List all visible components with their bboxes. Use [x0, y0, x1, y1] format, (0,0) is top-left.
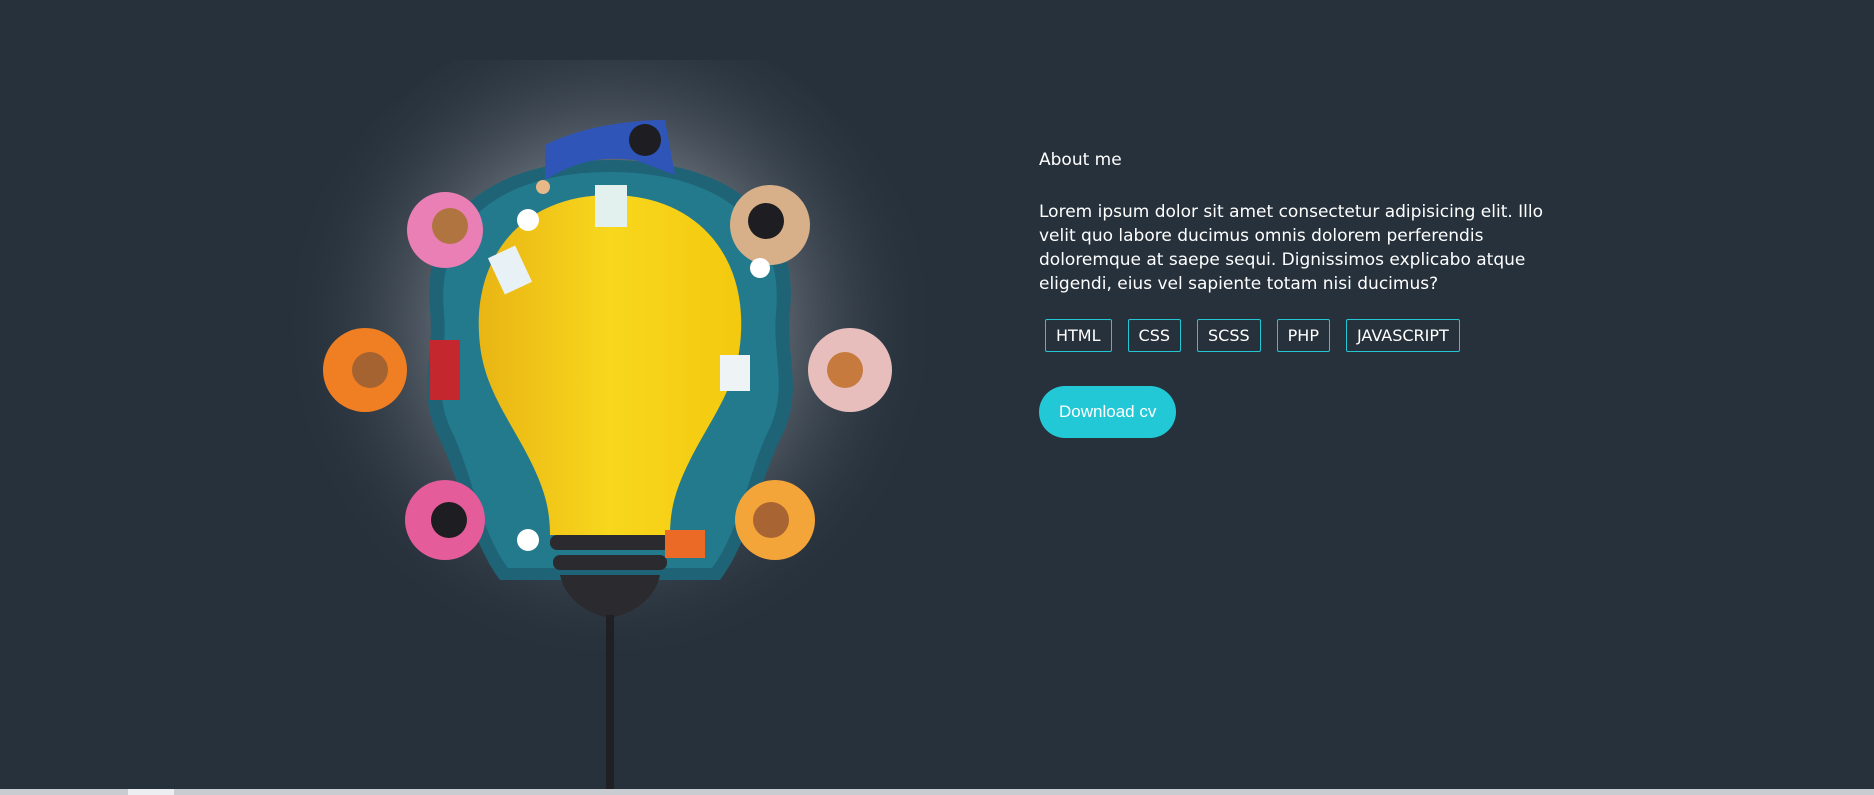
skill-tag-scss: SCSS	[1197, 319, 1261, 352]
about-title: About me	[1039, 150, 1122, 170]
coffee-cup	[517, 529, 539, 551]
bulb-base-ring	[550, 535, 670, 550]
person-top-right	[730, 185, 810, 265]
about-section: About me Lorem ipsum dolor sit amet cons…	[1039, 148, 1559, 438]
bulb-base-ring	[553, 555, 667, 570]
person-left	[323, 328, 460, 412]
coffee-cup	[517, 209, 539, 231]
page: About me Lorem ipsum dolor sit amet cons…	[0, 0, 1874, 795]
horizontal-scrollbar[interactable]	[0, 789, 1874, 795]
document	[595, 185, 627, 227]
skill-tag-php: PHP	[1276, 319, 1330, 352]
coffee-cup	[750, 258, 770, 278]
document	[720, 355, 750, 391]
scrollbar-thumb[interactable]	[128, 789, 174, 795]
skill-tag-html: HTML	[1045, 319, 1112, 352]
person-bottom-left	[405, 480, 485, 560]
skill-tag-css: CSS	[1127, 319, 1182, 352]
person-top-left	[407, 192, 483, 268]
about-description: Lorem ipsum dolor sit amet consectetur a…	[1039, 202, 1544, 294]
lamp-stand	[606, 615, 614, 795]
skills-list: HTML CSS SCSS PHP JAVASCRIPT	[1045, 319, 1559, 352]
download-cv-button[interactable]: Download cv	[1039, 386, 1177, 438]
person-right	[808, 328, 892, 412]
lightbulb-team-illustration	[280, 60, 940, 795]
skill-tag-javascript: JAVASCRIPT	[1345, 319, 1460, 352]
